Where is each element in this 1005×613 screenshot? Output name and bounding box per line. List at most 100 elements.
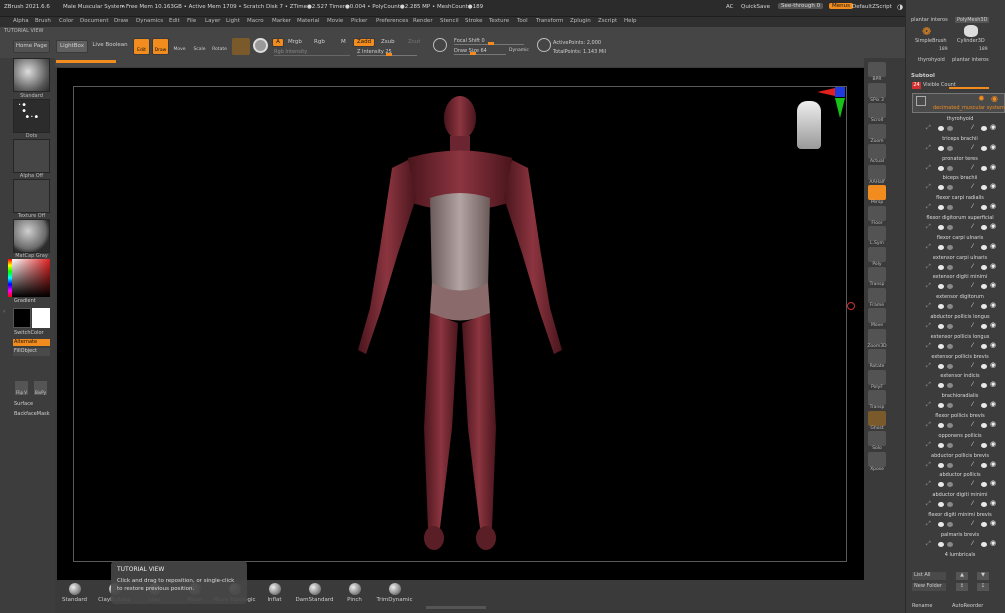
color-picker[interactable] xyxy=(12,259,50,297)
bivpy-button[interactable]: BivPy xyxy=(34,381,47,395)
material-icon[interactable] xyxy=(947,165,953,171)
polypaint-icon[interactable] xyxy=(938,403,944,409)
solo-icon[interactable] xyxy=(981,363,987,369)
eye-icon[interactable]: ◉ xyxy=(990,182,996,190)
solo-icon[interactable] xyxy=(981,244,987,250)
brush-stroke-icon[interactable]: ⁄ xyxy=(972,282,973,289)
main-color-swatch[interactable] xyxy=(13,308,31,328)
menu-zplugin[interactable]: Zplugin xyxy=(570,18,591,24)
move-up-icon[interactable]: ▲ xyxy=(956,572,968,580)
polypaint-icon[interactable] xyxy=(938,462,944,468)
polypaint-icon[interactable] xyxy=(938,284,944,290)
solo-icon[interactable] xyxy=(981,264,987,270)
brush-stroke-icon[interactable]: ⁄ xyxy=(972,203,973,210)
arrow-icon[interactable]: ⤢ xyxy=(926,223,931,231)
shelf-transp-button[interactable] xyxy=(868,390,886,405)
solo-icon[interactable] xyxy=(981,343,987,349)
brush-stroke-icon[interactable]: ⁄ xyxy=(972,401,973,408)
polypaint-icon[interactable] xyxy=(938,304,944,310)
solo-icon[interactable] xyxy=(981,126,987,131)
texture-tile[interactable] xyxy=(13,179,50,213)
shelf-polyf-button[interactable] xyxy=(868,369,886,385)
brush-stroke-icon[interactable]: ⁄ xyxy=(972,322,973,329)
brush-trimdynamic[interactable]: TrimDynamic xyxy=(372,583,417,603)
move-down-icon[interactable]: ▼ xyxy=(977,572,989,580)
brush-stroke-icon[interactable]: ⁄ xyxy=(972,124,973,131)
eye-icon[interactable]: ◉ xyxy=(990,143,996,151)
arrow-icon[interactable]: ⤢ xyxy=(926,282,931,290)
scale-button[interactable]: Scale xyxy=(191,38,208,55)
flip-v-button[interactable]: Flip V xyxy=(15,381,28,395)
subtool-item[interactable]: extensor carpi ulnaris ⤢ ⁄ ◉ xyxy=(906,255,1005,275)
menu-light[interactable]: Light xyxy=(226,18,240,24)
list-all-button[interactable]: List All xyxy=(912,572,946,580)
material-swatch[interactable] xyxy=(232,38,250,55)
brush-pinch[interactable]: Pinch xyxy=(332,583,377,603)
shelf-persp-button[interactable] xyxy=(868,185,886,200)
quicksave-button[interactable]: QuickSave xyxy=(741,4,770,10)
solo-icon[interactable] xyxy=(981,442,987,448)
subtool-item[interactable]: abductor pollicis brevis ⤢ ⁄ ◉ xyxy=(906,453,1005,473)
subtool-item[interactable]: biceps brachii ⤢ ⁄ ◉ xyxy=(906,175,1005,195)
menu-texture[interactable]: Texture xyxy=(489,18,509,24)
settings-icon[interactable]: ✹ xyxy=(978,94,985,103)
solo-icon[interactable] xyxy=(981,541,987,547)
subtool-item[interactable]: triceps brachii ⤢ ⁄ ◉ xyxy=(906,136,1005,156)
thyrohyoid-tool[interactable]: thyrohyoid xyxy=(918,57,945,63)
shelf-ghost-button[interactable] xyxy=(868,410,886,426)
ac-label[interactable]: AC xyxy=(726,4,734,10)
material-icon[interactable] xyxy=(947,225,953,230)
arrow-icon[interactable]: ⤢ xyxy=(926,203,931,211)
solo-icon[interactable] xyxy=(981,423,987,428)
shelf-floor-button[interactable] xyxy=(868,205,886,221)
eye-icon[interactable]: ◉ xyxy=(990,440,996,448)
z-intensity-handle[interactable] xyxy=(386,53,392,56)
shelf-xpose-button[interactable] xyxy=(868,451,886,467)
arrow-icon[interactable]: ⤢ xyxy=(926,144,931,152)
eye-icon[interactable]: ◉ xyxy=(990,123,996,131)
material-icon[interactable] xyxy=(947,462,953,468)
eye-icon[interactable]: ◉ xyxy=(990,321,996,329)
arrow-icon[interactable]: ⤢ xyxy=(926,302,931,310)
polypaint-icon[interactable] xyxy=(938,225,944,230)
shelf-collapse-icon[interactable]: ‹ xyxy=(3,308,5,315)
solo-icon[interactable] xyxy=(981,482,987,488)
subtool-item[interactable]: flexor pollicis brevis ⤢ ⁄ ◉ xyxy=(906,413,1005,433)
see-through-slider[interactable]: See-through 0 xyxy=(778,3,824,9)
polypaint-icon[interactable] xyxy=(938,165,944,171)
brush-icon[interactable] xyxy=(253,38,268,53)
defaultzscript-button[interactable]: DefaultZScript xyxy=(852,4,892,10)
dots-stroke-tile[interactable]: ·• • •·• xyxy=(13,99,50,133)
eye-icon[interactable]: ◉ xyxy=(990,361,996,369)
eye-icon[interactable]: ◉ xyxy=(990,163,996,171)
eye-icon[interactable]: ◉ xyxy=(990,420,996,428)
axis-gizmo[interactable] xyxy=(815,86,847,120)
brush-stroke-icon[interactable]: ⁄ xyxy=(972,540,973,547)
subtool-title[interactable]: Subtool xyxy=(911,73,935,79)
hue-slider[interactable] xyxy=(8,259,12,297)
material-icon[interactable] xyxy=(947,126,953,131)
menu-brush[interactable]: Brush xyxy=(35,18,51,24)
eye-icon[interactable]: ◉ xyxy=(990,380,996,388)
alternate-button[interactable]: Alternate xyxy=(13,339,50,346)
menu-tool[interactable]: Tool xyxy=(517,18,528,24)
subtool-item[interactable]: 4 lumbricals xyxy=(906,552,1005,572)
material-icon[interactable] xyxy=(947,145,953,151)
polypaint-icon[interactable] xyxy=(938,343,944,349)
rgb-button[interactable]: Rgb xyxy=(314,39,325,45)
m-button[interactable]: M xyxy=(341,39,346,45)
arrow-icon[interactable]: ⤢ xyxy=(926,540,931,548)
polypaint-icon[interactable] xyxy=(938,205,944,211)
subtool-item[interactable]: abductor pollicis ⤢ ⁄ ◉ xyxy=(906,472,1005,492)
secondary-color-swatch[interactable] xyxy=(32,308,50,328)
arrow-icon[interactable]: ⤢ xyxy=(926,322,931,330)
backfacemask-label[interactable]: BackfaceMask xyxy=(14,411,50,417)
draw-button[interactable]: Draw xyxy=(152,38,169,55)
brush-stroke-icon[interactable]: ⁄ xyxy=(972,441,973,448)
pivot-marker[interactable] xyxy=(847,302,855,310)
layout-icon[interactable]: ◑ xyxy=(897,3,903,11)
polypaint-icon[interactable] xyxy=(938,502,944,508)
solo-icon[interactable] xyxy=(981,284,987,290)
menu-draw[interactable]: Draw xyxy=(114,18,128,24)
solo-icon[interactable] xyxy=(981,225,987,230)
